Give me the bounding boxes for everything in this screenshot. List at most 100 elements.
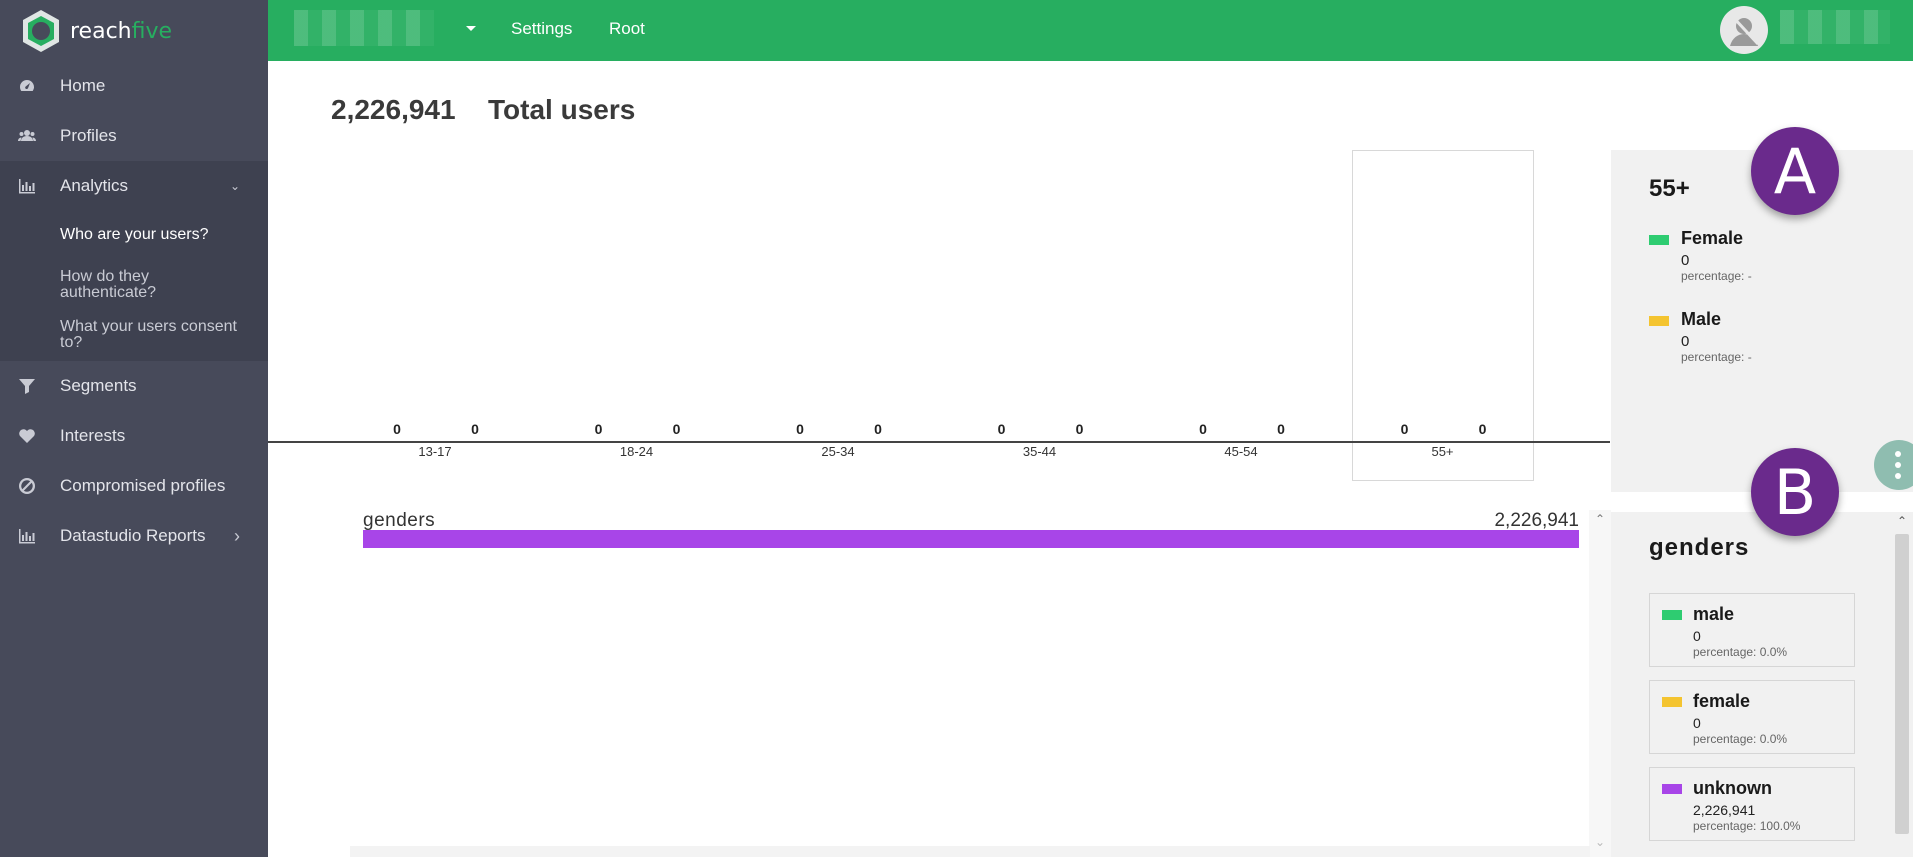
sidebar-item-label: Interests [60,426,126,445]
sidebar: reachfive Home Profiles Analytics ⌄ Who … [0,0,268,857]
sidebar-item-home[interactable]: Home [0,61,268,111]
selected-category-highlight[interactable] [1352,150,1534,481]
brand-name: reachfive [70,18,173,44]
dashboard-icon [17,76,37,96]
logo-icon [23,10,59,52]
data-label-male-13-17: 0 [471,421,479,437]
legend-male-percentage: percentage: - [1681,350,1752,364]
sidebar-item-segments[interactable]: Segments [0,361,268,411]
card-name: unknown [1693,778,1772,798]
legend-female-percentage: percentage: - [1681,269,1752,283]
category-label-13-17: 13-17 [418,444,452,459]
topbar: Settings Root [268,0,1913,61]
data-label-male-55+: 0 [1478,421,1487,437]
gender-card-unknown[interactable]: unknown 2,226,941 percentage: 100.0% [1649,767,1855,841]
card-name: male [1693,604,1735,624]
data-label-female-13-17: 0 [393,421,401,437]
male-swatch [1649,316,1669,326]
chevron-down-icon[interactable]: ⌄ [1595,835,1605,849]
data-label-male-45-54: 0 [1277,421,1285,437]
age-detail-panel: 55+ Female 0 percentage: - Male 0 percen… [1611,150,1913,492]
brand-logo[interactable]: reachfive [18,8,172,54]
panel-scrollbar[interactable]: ⌃ [1891,512,1913,857]
user-menu[interactable] [1780,10,1890,44]
gender-card-male[interactable]: male 0 percentage: 0.0% [1649,593,1855,667]
caret-down-icon[interactable] [466,26,476,31]
genders-bar-label: genders [363,510,436,531]
chevron-down-icon: ⌄ [229,179,240,193]
sidebar-item-label: Compromised profiles [60,476,226,495]
panel-title: 55+ [1649,175,1690,202]
chevron-right-icon: › [234,525,240,546]
sidebar-item-label: Datastudio Reports [60,526,206,545]
sidebar-item-label: Segments [60,376,137,395]
genders-bar-total: 2,226,941 [1494,510,1579,531]
category-label-25-34: 25-34 [821,444,855,459]
female-swatch [1649,235,1669,245]
total-users-label: Total users [488,94,636,125]
root-link[interactable]: Root [609,19,645,39]
unknown-swatch [1662,784,1682,794]
sidebar-item-label: Home [60,76,106,95]
users-icon [17,126,37,146]
horizontal-scrollbar[interactable] [350,846,1590,857]
legend-male-name: Male [1681,309,1722,329]
annotation-badge-b: B [1751,448,1839,536]
panel-title: genders [1649,534,1750,561]
category-label-35-44: 35-44 [1022,444,1057,459]
chevron-up-icon[interactable]: ⌃ [1595,512,1605,526]
sidebar-item-analytics[interactable]: Analytics ⌄ [0,161,268,211]
data-label-female-18-24: 0 [594,421,603,437]
legend-female-name: Female [1681,228,1744,248]
organization-selector[interactable] [294,10,434,46]
dot [1895,462,1901,468]
scrollbar-thumb[interactable] [1895,534,1909,834]
genders-panel: genders male 0 percentage: 0.0% female 0… [1611,512,1891,857]
genders-bar[interactable] [363,530,1579,548]
submenu-item-how-do-they-authenticate[interactable]: How do they authenticate? [60,269,210,301]
chart-axis-line [268,441,1610,443]
filter-icon [17,376,37,396]
female-swatch [1662,697,1682,707]
chevron-up-icon[interactable]: ⌃ [1897,514,1907,528]
sidebar-item-interests[interactable]: Interests [0,411,268,461]
ban-icon [17,476,37,496]
chart-scrollbar[interactable]: ⌃ ⌄ [1589,510,1611,857]
category-label-55+: 55+ [1431,444,1454,459]
data-label-male-25-34: 0 [874,421,882,437]
sidebar-item-compromised-profiles[interactable]: Compromised profiles [0,461,268,511]
data-label-female-45-54: 0 [1199,421,1207,437]
card-percentage: percentage: 0.0% [1693,732,1788,746]
card-name: female [1693,691,1751,711]
total-users-count: 2,226,941 [331,94,456,125]
dot [1895,451,1901,457]
heart-icon [17,426,37,446]
card-value: 0 [1693,715,1701,731]
data-label-male-18-24: 0 [672,421,681,437]
bar-chart-icon [17,176,37,196]
category-label-45-54: 45-54 [1224,444,1258,459]
data-label-male-35-44: 0 [1075,421,1084,437]
sidebar-item-label: Analytics [60,176,129,195]
dot [1895,473,1901,479]
male-swatch [1662,610,1682,620]
sidebar-item-datastudio-reports[interactable]: Datastudio Reports › [0,511,268,561]
data-label-female-55+: 0 [1400,421,1409,437]
card-value: 0 [1693,628,1701,644]
sidebar-item-label: Profiles [60,126,117,145]
submenu-item-what-users-consent[interactable]: What your users consent to? [60,319,250,351]
annotation-badge-a: A [1751,127,1839,215]
gender-card-female[interactable]: female 0 percentage: 0.0% [1649,680,1855,754]
card-value: 2,226,941 [1693,802,1756,818]
legend-male-value: 0 [1681,333,1690,350]
sidebar-item-profiles[interactable]: Profiles [0,111,268,161]
data-label-female-25-34: 0 [796,421,804,437]
category-label-18-24: 18-24 [619,444,654,459]
avatar[interactable] [1720,6,1768,54]
submenu-item-who-are-your-users[interactable]: Who are your users? [60,227,260,243]
data-label-female-35-44: 0 [997,421,1006,437]
legend-female-value: 0 [1681,252,1690,269]
settings-link[interactable]: Settings [511,19,572,39]
card-percentage: percentage: 100.0% [1693,819,1801,833]
user-placeholder-icon [1730,14,1760,46]
